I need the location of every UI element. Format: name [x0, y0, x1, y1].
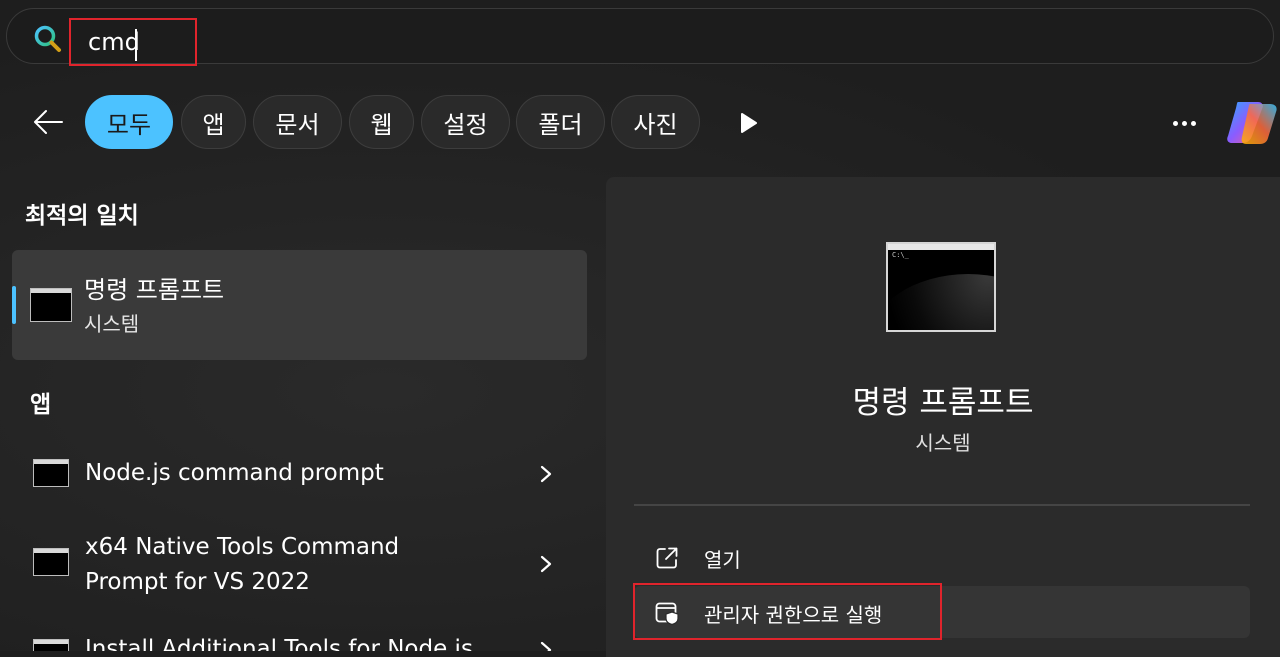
dot-icon	[1190, 120, 1196, 126]
tab-folders[interactable]: 폴더	[516, 95, 605, 149]
more-options-button[interactable]	[1168, 108, 1200, 138]
details-subtitle: 시스템	[915, 431, 971, 455]
tab-settings[interactable]: 설정	[421, 95, 510, 149]
more-filters-play-icon[interactable]	[735, 108, 763, 138]
tab-web[interactable]: 웹	[349, 95, 414, 149]
console-prompt-text: C:\_	[892, 251, 909, 259]
search-icon	[34, 25, 61, 52]
console-glow	[888, 274, 994, 330]
chevron-right-icon[interactable]	[538, 640, 554, 651]
best-match-subtitle: 시스템	[84, 312, 140, 336]
window-titlebar	[888, 244, 994, 250]
open-external-icon	[656, 547, 678, 569]
copilot-icon[interactable]	[1224, 96, 1280, 148]
tab-documents[interactable]: 문서	[253, 95, 342, 149]
search-input[interactable]: cmd	[69, 18, 197, 66]
divider	[634, 504, 1250, 506]
tab-all[interactable]: 모두	[85, 95, 173, 149]
tab-apps[interactable]: 앱	[181, 95, 246, 149]
list-item-label-line2: Prompt for VS 2022	[85, 569, 310, 595]
list-item-x64-native-tools[interactable]: x64 Native Tools Command Prompt for VS 2…	[12, 528, 587, 604]
command-prompt-icon	[33, 548, 69, 576]
details-title: 명령 프롬프트	[852, 385, 1034, 421]
open-action[interactable]: 열기	[634, 531, 1250, 583]
best-match-heading: 최적의 일치	[25, 203, 139, 229]
chevron-right-icon[interactable]	[538, 464, 554, 484]
arrow-left-icon	[34, 110, 63, 134]
command-prompt-icon	[33, 459, 69, 487]
open-action-label: 열기	[704, 548, 741, 572]
dot-icon	[1181, 120, 1187, 126]
best-match-title: 명령 프롬프트	[84, 276, 225, 304]
apps-heading: 앱	[30, 392, 52, 418]
annotation-highlight-box	[633, 583, 942, 640]
search-bar: cmd	[6, 8, 1274, 66]
list-item-label-line1: x64 Native Tools Command	[85, 534, 400, 560]
tab-photos[interactable]: 사진	[611, 95, 700, 149]
list-item-label: Install Additional Tools for Node.js	[85, 636, 473, 651]
back-button[interactable]	[28, 104, 68, 140]
best-match-item[interactable]: 명령 프롬프트 시스템	[12, 250, 587, 360]
list-item-label: Node.js command prompt	[85, 460, 384, 486]
chevron-right-icon[interactable]	[538, 554, 554, 574]
text-caret	[135, 29, 137, 61]
list-item-install-additional-tools[interactable]: Install Additional Tools for Node.js	[12, 628, 587, 651]
command-prompt-icon	[33, 639, 69, 651]
list-item-nodejs-command-prompt[interactable]: Node.js command prompt	[12, 445, 587, 503]
command-prompt-icon	[30, 288, 72, 322]
dot-icon	[1172, 120, 1178, 126]
selection-indicator	[12, 286, 16, 324]
command-prompt-large-icon: C:\_	[886, 242, 996, 332]
